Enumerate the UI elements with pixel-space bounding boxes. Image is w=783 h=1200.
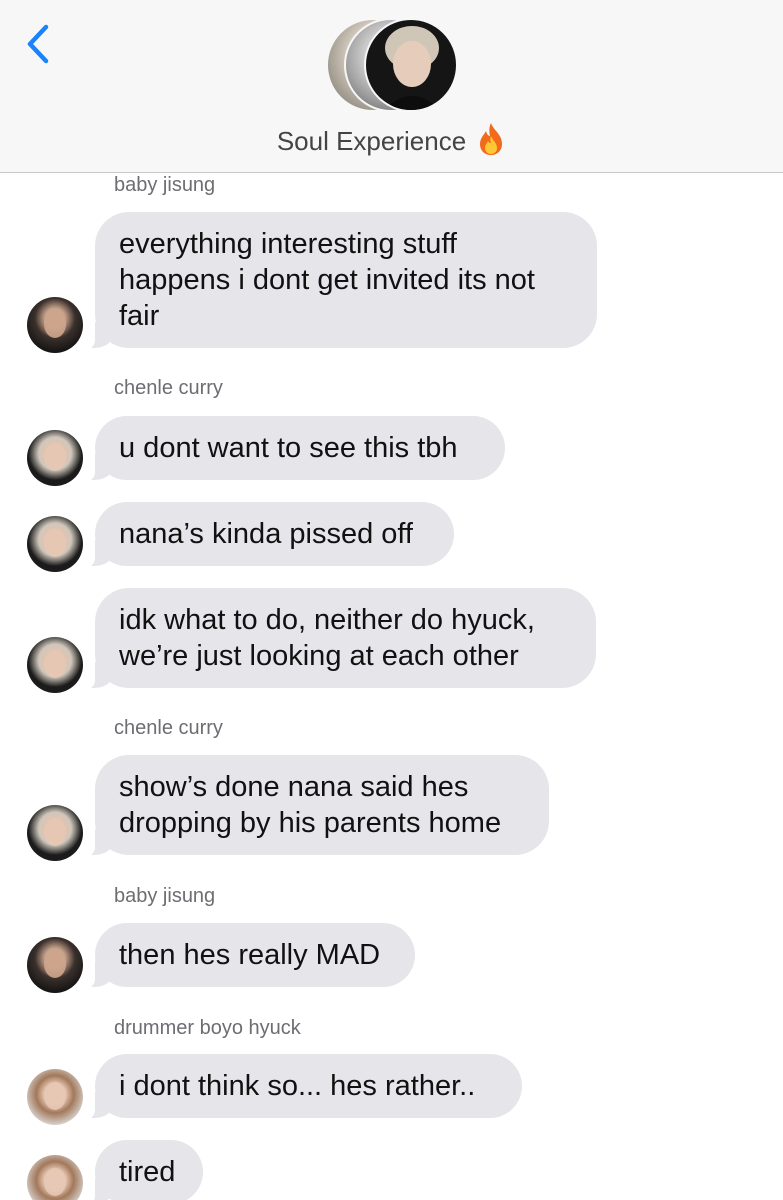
title-text: Soul Experience	[276, 126, 467, 156]
chevron-left-icon	[27, 24, 49, 64]
message-bubble[interactable]: then hes really MAD	[85, 923, 415, 989]
message-line: fair	[119, 300, 160, 332]
message-bubble[interactable]: i dont think so... hes rather..	[85, 1054, 522, 1120]
group-member-avatar	[364, 18, 458, 112]
message-bubble[interactable]: nana’s kinda pissed off	[85, 502, 454, 568]
message-line: dropping by his parents home	[119, 807, 502, 839]
message-line: i dont think so... hes rather..	[119, 1070, 476, 1102]
avatar-jisung[interactable]	[27, 297, 83, 353]
avatar-chenle[interactable]	[27, 430, 83, 486]
back-button[interactable]	[22, 22, 56, 66]
avatar-chenle[interactable]	[27, 637, 83, 693]
message-bubble[interactable]: u dont want to see this tbh	[85, 416, 505, 482]
message-line: idk what to do, neither do hyuck,	[119, 604, 535, 636]
message-bubble[interactable]: show’s done nana said hes dropping by hi…	[85, 755, 549, 857]
sender-name: baby jisung	[114, 174, 216, 196]
message-line: then hes really MAD	[119, 939, 381, 971]
message-bubble[interactable]: everything interesting stuff happens i d…	[85, 212, 597, 350]
message-bubble[interactable]: idk what to do, neither do hyuck, we’re …	[85, 588, 596, 690]
message-line: tired	[119, 1156, 176, 1188]
avatar-chenle[interactable]	[27, 516, 83, 572]
message-line: u dont want to see this tbh	[119, 432, 458, 464]
sender-name: drummer boyo hyuck	[114, 1017, 301, 1039]
message-line: we’re just looking at each other	[119, 640, 519, 672]
message-line: nana’s kinda pissed off	[119, 518, 413, 550]
conversation-title[interactable]: Soul Experience	[0, 122, 783, 163]
message-line: happens i dont get invited its not	[119, 264, 535, 296]
sender-name: chenle curry	[114, 717, 223, 739]
fire-emoji-icon	[476, 122, 506, 163]
sender-name: baby jisung	[114, 885, 216, 907]
avatar-hyuck[interactable]	[27, 1155, 83, 1200]
message-bubble[interactable]: tired	[85, 1140, 203, 1200]
message-line: show’s done nana said hes	[119, 771, 469, 803]
avatar-hyuck[interactable]	[27, 1069, 83, 1125]
avatar-chenle[interactable]	[27, 805, 83, 861]
sender-name: chenle curry	[114, 377, 223, 399]
group-avatar-stack[interactable]	[326, 18, 458, 112]
chat-screen: Soul Experience baby jisung everything i…	[0, 0, 783, 1200]
message-line: everything interesting stuff	[119, 228, 457, 260]
conversation-header: Soul Experience	[0, 0, 783, 173]
avatar-jisung[interactable]	[27, 937, 83, 993]
